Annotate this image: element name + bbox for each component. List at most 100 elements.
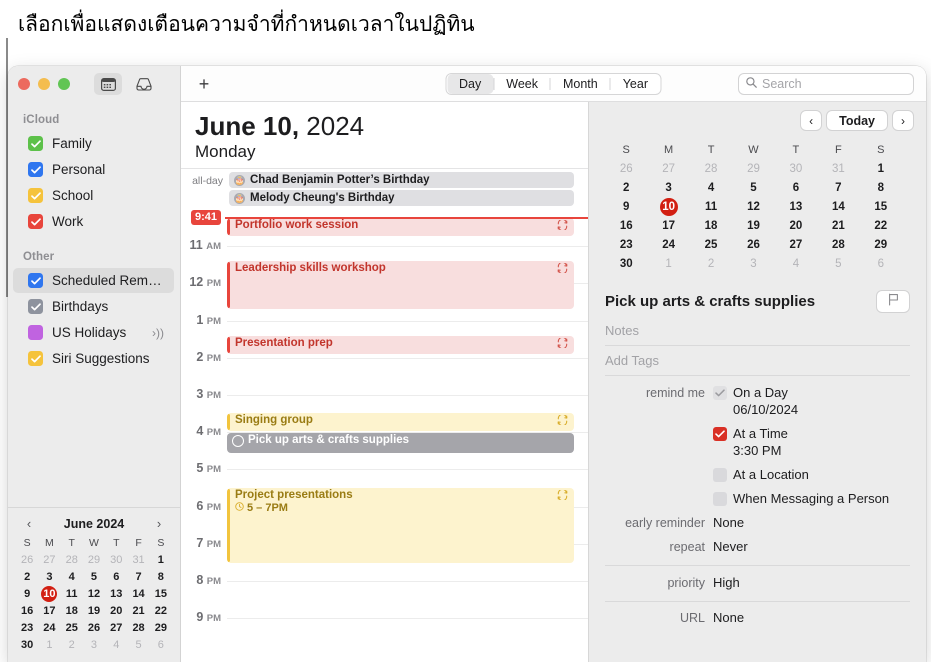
calendar-day[interactable]: 26 <box>732 236 774 255</box>
calendar-day[interactable]: 27 <box>105 620 127 637</box>
previous-day-button[interactable]: ‹ <box>800 110 823 131</box>
early-reminder-value[interactable]: None <box>713 515 910 530</box>
on-a-day-checkbox[interactable] <box>713 385 727 400</box>
calendar-day[interactable]: 3 <box>647 179 689 198</box>
search-field[interactable]: Search <box>738 72 914 95</box>
notes-field[interactable]: Notes <box>605 316 910 346</box>
calendar-event[interactable]: Leadership skills workshop <box>227 261 574 310</box>
flag-button[interactable] <box>876 290 910 313</box>
calendar-day[interactable]: 26 <box>605 160 647 179</box>
on-a-day-date[interactable]: 06/10/2024 <box>733 402 910 417</box>
calendar-day[interactable]: 18 <box>61 603 83 620</box>
calendar-day[interactable]: 2 <box>690 255 732 274</box>
calendar-day[interactable]: 16 <box>605 217 647 236</box>
calendar-day[interactable]: 24 <box>38 620 60 637</box>
calendar-day[interactable]: 29 <box>860 236 902 255</box>
calendar-day[interactable]: 5 <box>127 637 149 654</box>
calendar-day[interactable]: 23 <box>605 236 647 255</box>
calendar-day[interactable]: 2 <box>605 179 647 198</box>
calendar-checkbox[interactable] <box>28 351 43 366</box>
calendar-day[interactable]: 31 <box>817 160 859 179</box>
add-event-button[interactable]: + <box>193 75 215 93</box>
calendar-day[interactable]: 8 <box>860 179 902 198</box>
calendar-day[interactable]: 30 <box>605 255 647 274</box>
reminder-circle-icon[interactable] <box>232 435 244 448</box>
calendar-day[interactable]: 2 <box>61 637 83 654</box>
all-day-event-list[interactable]: 🎂 Chad Benjamin Potter’s Birthday 🎂 Melody … <box>229 172 588 208</box>
calendar-day[interactable]: 18 <box>690 217 732 236</box>
all-day-event[interactable]: 🎂 Chad Benjamin Potter’s Birthday <box>229 172 574 189</box>
calendar-day[interactable]: 4 <box>61 569 83 586</box>
calendar-checkbox[interactable] <box>28 188 43 203</box>
calendar-day[interactable]: 4 <box>775 255 817 274</box>
calendar-day[interactable]: 3 <box>38 569 60 586</box>
calendar-day[interactable]: 3 <box>83 637 105 654</box>
calendar-day[interactable]: 21 <box>127 603 149 620</box>
sidebar-item-work[interactable]: Work <box>13 209 174 234</box>
calendar-view-icon[interactable] <box>94 73 122 95</box>
calendar-day-today[interactable]: 10 <box>647 198 689 217</box>
tab-day[interactable]: Day <box>447 73 494 94</box>
tab-month[interactable]: Month <box>551 74 610 94</box>
calendar-day[interactable]: 23 <box>16 620 38 637</box>
inspector-month-grid[interactable]: S M T W T F S 26 27 28 29 30 31 1 2 3 4 5 6 7 8 9 10 11 12 13 14 15… <box>605 141 902 274</box>
calendar-day[interactable]: 30 <box>105 552 127 569</box>
calendar-day-today[interactable]: 10 <box>38 586 60 603</box>
zoom-button[interactable] <box>58 78 70 90</box>
calendar-day[interactable]: 9 <box>16 586 38 603</box>
calendar-checkbox[interactable] <box>28 273 43 288</box>
at-a-location-checkbox[interactable] <box>713 467 727 482</box>
at-a-time-checkbox[interactable] <box>713 426 727 441</box>
inbox-icon[interactable] <box>130 73 158 95</box>
calendar-day[interactable]: 4 <box>690 179 732 198</box>
calendar-day[interactable]: 24 <box>647 236 689 255</box>
calendar-day[interactable]: 14 <box>817 198 859 217</box>
calendar-day[interactable]: 3 <box>732 255 774 274</box>
calendar-day[interactable]: 21 <box>817 217 859 236</box>
calendar-day[interactable]: 31 <box>127 552 149 569</box>
at-a-time-checkbox-row[interactable]: At a Time <box>713 426 910 441</box>
calendar-day[interactable]: 20 <box>775 217 817 236</box>
calendar-day[interactable]: 26 <box>83 620 105 637</box>
calendar-event[interactable]: Project presentations 5 – 7PM <box>227 488 574 564</box>
inspector-month-calendar[interactable]: S M T W T F S 26 27 28 29 30 31 1 2 3 4 5 6 7 8 9 10 11 12 13 14 15… <box>589 131 926 274</box>
calendar-day[interactable]: 30 <box>775 160 817 179</box>
calendar-day[interactable]: 14 <box>127 586 149 603</box>
calendar-day[interactable]: 6 <box>105 569 127 586</box>
calendar-day[interactable]: 29 <box>150 620 172 637</box>
calendar-day[interactable]: 29 <box>83 552 105 569</box>
calendar-day[interactable]: 5 <box>83 569 105 586</box>
calendar-day[interactable]: 8 <box>150 569 172 586</box>
calendar-day[interactable]: 28 <box>127 620 149 637</box>
calendar-day[interactable]: 6 <box>860 255 902 274</box>
calendar-day[interactable]: 5 <box>732 179 774 198</box>
calendar-list[interactable]: iCloud Family Personal School Work Other Sched… <box>8 102 180 507</box>
day-view[interactable]: June 10, 2024 Monday all-day 🎂 Chad Benja… <box>181 102 588 662</box>
calendar-day[interactable]: 27 <box>775 236 817 255</box>
mini-calendar-grid[interactable]: S M T W T F S 26 27 28 29 30 31 1 2 3 4 5 6 7 8 9 10 11 12 13 14 15… <box>16 535 172 654</box>
tab-week[interactable]: Week <box>494 74 550 94</box>
sidebar-mini-calendar[interactable]: ‹ June 2024 › S M T W T F S 26 27 28 29 30 31 1 2 3 4 5 6 7… <box>8 507 180 662</box>
calendar-day[interactable]: 11 <box>690 198 732 217</box>
calendar-day[interactable]: 15 <box>860 198 902 217</box>
calendar-checkbox[interactable] <box>28 162 43 177</box>
calendar-checkbox[interactable] <box>28 136 43 151</box>
calendar-day[interactable]: 6 <box>150 637 172 654</box>
tags-field[interactable]: Add Tags <box>605 346 910 376</box>
calendar-day[interactable]: 22 <box>860 217 902 236</box>
at-a-location-checkbox-row[interactable]: At a Location <box>713 467 910 482</box>
calendar-day[interactable]: 26 <box>16 552 38 569</box>
sidebar-item-birthdays[interactable]: Birthdays <box>13 294 174 319</box>
calendar-day[interactable]: 4 <box>105 637 127 654</box>
calendar-day[interactable]: 5 <box>817 255 859 274</box>
calendar-day[interactable]: 27 <box>647 160 689 179</box>
calendar-day[interactable]: 13 <box>105 586 127 603</box>
when-messaging-checkbox-row[interactable]: When Messaging a Person <box>713 491 910 506</box>
calendar-event[interactable]: Portfolio work session <box>227 218 574 237</box>
calendar-day[interactable]: 7 <box>817 179 859 198</box>
calendar-day[interactable]: 20 <box>105 603 127 620</box>
day-grid[interactable]: 11 AM 12 PM 1 PM 2 PM 3 PM 4 PM 5 PM 6 PM 7 PM 8 … <box>189 210 588 630</box>
calendar-checkbox[interactable] <box>28 214 43 229</box>
url-value[interactable]: None <box>713 610 910 625</box>
calendar-day[interactable]: 25 <box>61 620 83 637</box>
